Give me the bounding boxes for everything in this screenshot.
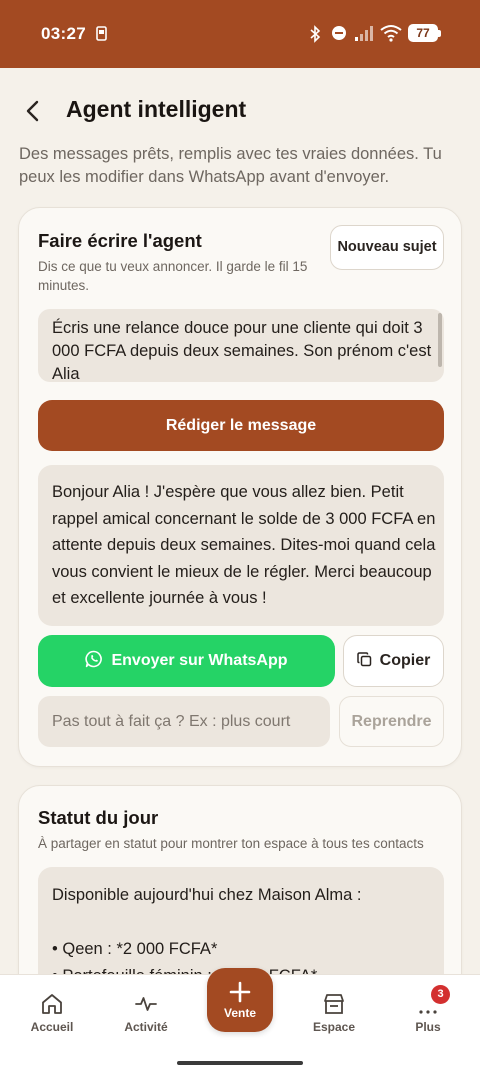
do-not-disturb-icon — [332, 26, 346, 40]
prompt-textarea[interactable]: Écris une relance douce pour une cliente… — [38, 309, 444, 382]
retry-button[interactable]: Reprendre — [339, 696, 444, 747]
nav-more-label: Plus — [415, 1020, 441, 1034]
gesture-area — [0, 1049, 480, 1077]
notification-badge: 3 — [431, 985, 450, 1004]
page-title: Agent intelligent — [66, 96, 247, 122]
nav-space-label: Espace — [312, 1020, 356, 1034]
nav-activity[interactable]: Activité — [98, 975, 194, 1050]
home-icon — [42, 994, 62, 1014]
page-subtitle: Des messages prêts, remplis avec tes vra… — [19, 145, 442, 186]
send-whatsapp-label: Envoyer sur WhatsApp — [111, 652, 288, 669]
copy-icon — [356, 652, 371, 667]
status-time: 03:27 — [41, 24, 86, 43]
plus-icon — [229, 981, 251, 1003]
page-header: Agent intelligent — [0, 68, 480, 148]
compose-message-button[interactable]: Rédiger le message — [38, 400, 444, 451]
phone-notification-icon — [96, 26, 107, 41]
copy-button[interactable]: Copier — [343, 635, 444, 687]
signal-icon — [355, 26, 373, 41]
wifi-icon — [380, 25, 402, 42]
generated-message-text: Bonjour Alia ! J'espère que vous allez b… — [52, 483, 436, 607]
refine-input[interactable] — [38, 696, 330, 747]
nav-more[interactable]: Plus — [380, 975, 476, 1050]
generated-message-box: Bonjour Alia ! J'espère que vous allez b… — [38, 465, 444, 626]
nav-space[interactable]: Espace — [286, 975, 382, 1050]
agent-card-description: Dis ce que tu veux annoncer. Il garde le… — [38, 259, 308, 293]
agent-card-title: Faire écrire l'agent — [38, 230, 202, 251]
gesture-bar[interactable] — [177, 1061, 303, 1065]
copy-label: Copier — [379, 652, 431, 669]
agent-card: Faire écrire l'agent Dis ce que tu veux … — [18, 207, 462, 767]
nav-activity-label: Activité — [124, 1020, 168, 1034]
whatsapp-icon — [85, 650, 103, 668]
sale-fab-label: Vente — [223, 1006, 256, 1020]
prompt-scrollbar[interactable] — [438, 313, 442, 367]
activity-icon — [135, 997, 157, 1011]
status-bar: 03:27 77 — [0, 0, 480, 68]
new-topic-button[interactable]: Nouveau sujet — [330, 225, 444, 270]
nav-home-label: Accueil — [30, 1020, 74, 1034]
bluetooth-icon — [310, 25, 321, 43]
back-arrow-icon[interactable] — [18, 96, 48, 126]
battery-indicator: 77 — [408, 24, 441, 42]
status-card-title: Statut du jour — [38, 807, 159, 828]
prompt-text: Écris une relance douce pour une cliente… — [52, 319, 432, 382]
send-whatsapp-button[interactable]: Envoyer sur WhatsApp — [38, 635, 335, 687]
store-icon — [324, 994, 344, 1014]
status-card-description: À partager en statut pour montrer ton es… — [38, 836, 424, 851]
sale-fab-button[interactable]: Vente — [207, 968, 273, 1032]
nav-home[interactable]: Accueil — [4, 975, 100, 1050]
